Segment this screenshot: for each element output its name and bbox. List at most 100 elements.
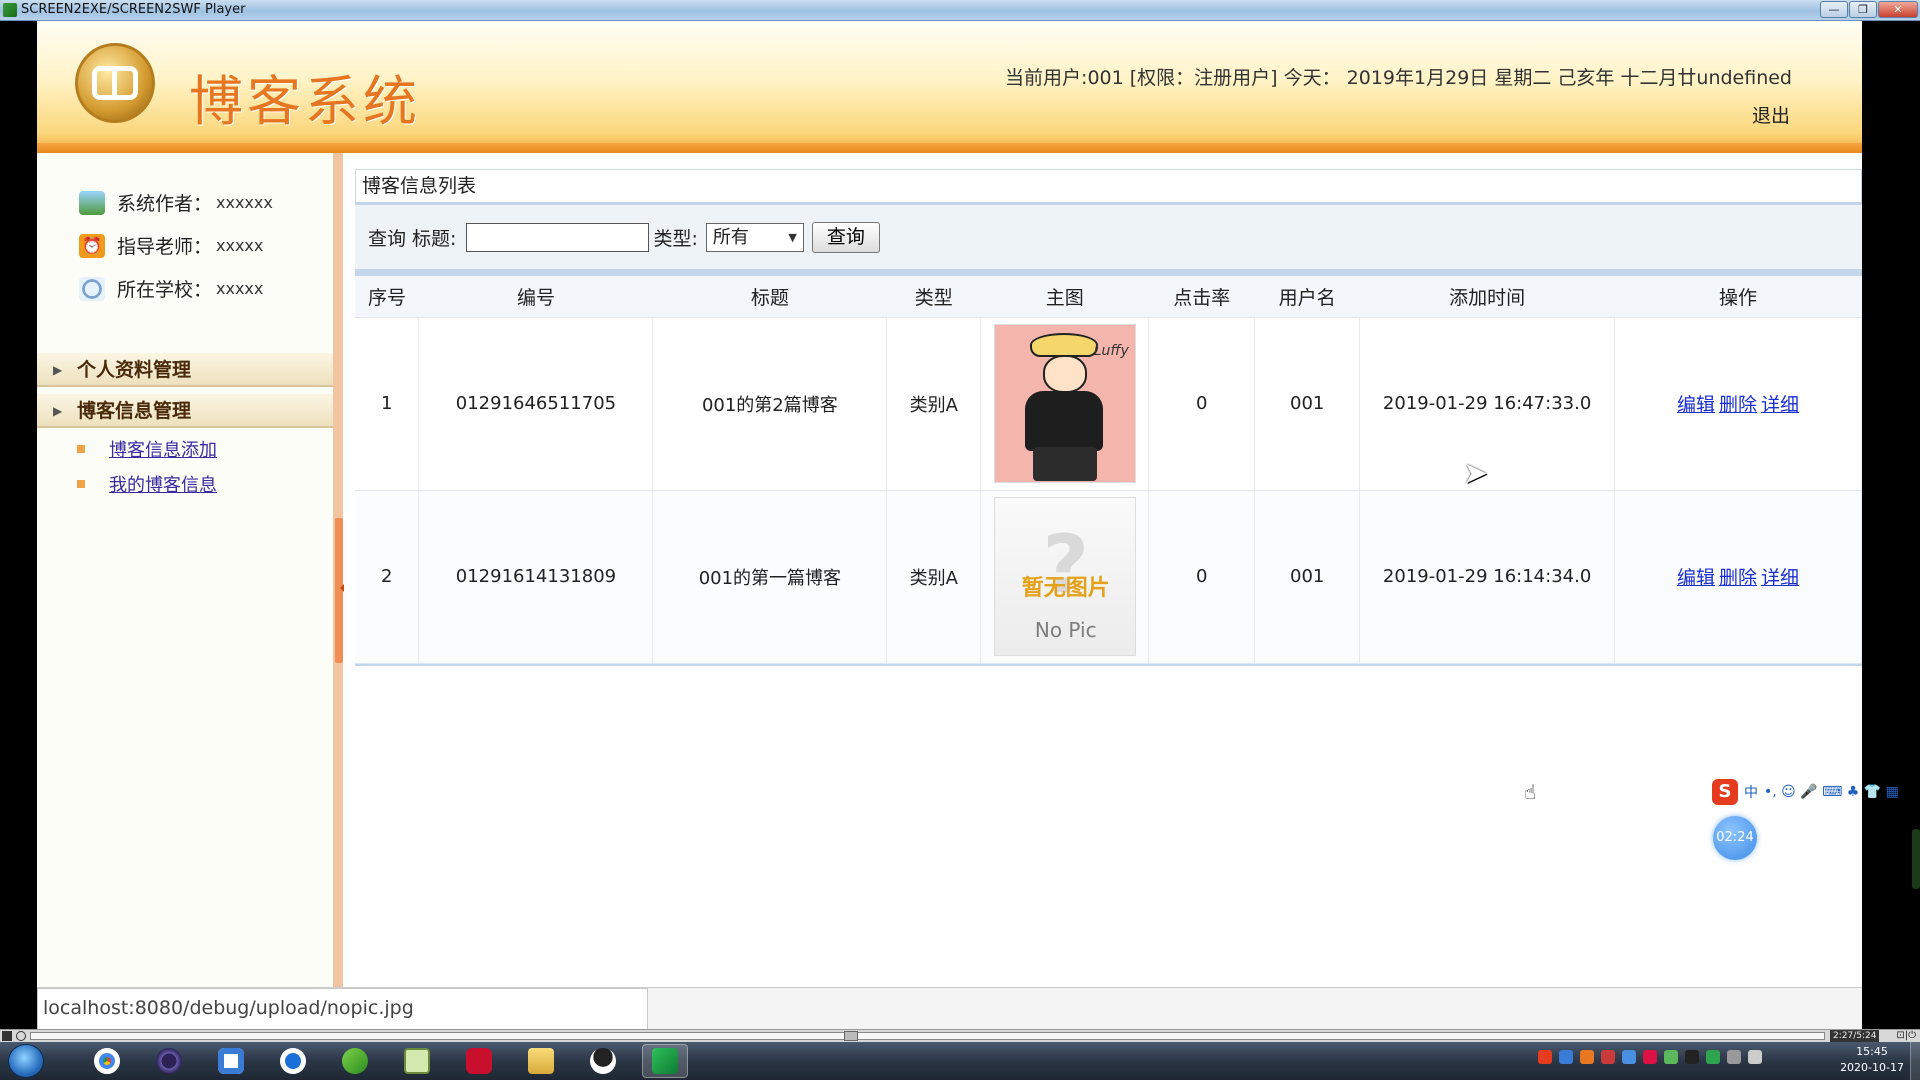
minimize-button[interactable]: — [1820, 1, 1848, 18]
tray-security-icon[interactable] [1601, 1050, 1615, 1064]
table-row: 1 01291646511705 001的第2篇博客 类别A Luffy 0 0… [355, 317, 1862, 491]
logout-link[interactable]: 退出 [1752, 101, 1790, 128]
ime-mode[interactable]: 中 [1744, 782, 1758, 802]
tray-display-icon[interactable] [1748, 1050, 1762, 1064]
col-header-actions: 操作 [1614, 276, 1862, 318]
blog-table: 序号 编号 标题 类型 主图 点击率 用户名 添加时间 操作 1 0129164 [355, 276, 1862, 664]
search-bar: 查询 标题: 类型: 所有 ▼ 查询 [355, 205, 1862, 269]
sidebar-info-teacher: ⏰ 指导老师： xxxxx [79, 232, 263, 259]
cell-image: Luffy [980, 317, 1150, 491]
recording-timer[interactable]: 02:24 [1713, 816, 1757, 860]
current-user-info: 当前用户:001 [权限：注册用户] 今天： 2019年1月29日 星期二 己亥… [1005, 67, 1792, 89]
stop-icon[interactable] [16, 1031, 26, 1041]
tray-ime-icon[interactable] [1538, 1050, 1552, 1064]
cell-title: 001的第一篇博客 [652, 490, 888, 664]
maximize-button[interactable]: ❐ [1849, 1, 1877, 18]
mouse-cursor-icon: ➤ [1463, 456, 1489, 491]
main-content: 博客信息列表 查询 标题: 类型: 所有 ▼ 查询 序号 编号 标题 类型 主图… [355, 169, 1862, 989]
taskbar-recorder-icon[interactable] [642, 1044, 688, 1078]
no-pic-en-label: No Pic [1034, 618, 1097, 642]
windows-taskbar: 15:45 2020-10-17 [0, 1042, 1920, 1080]
menu-blog-management[interactable]: ▶ 博客信息管理 [37, 394, 333, 428]
menu-profile-management[interactable]: ▶ 个人资料管理 [37, 353, 333, 387]
clock-time: 15:45 [1856, 1045, 1888, 1058]
pause-icon[interactable] [2, 1031, 12, 1041]
delete-link[interactable]: 删除 [1719, 394, 1757, 416]
sidebar-item-my-blogs: 我的博客信息 [77, 471, 217, 497]
cell-image: ? 暂无图片 No Pic [980, 490, 1150, 664]
taskbar-eclipse-icon[interactable] [146, 1044, 192, 1078]
player-titlebar: SCREEN2EXE/SCREEN2SWF Player — ❐ ✕ [0, 0, 1920, 21]
type-select[interactable]: 所有 ▼ [705, 222, 804, 252]
author-icon [79, 190, 105, 215]
my-blogs-link[interactable]: 我的博客信息 [109, 471, 217, 497]
right-edge-handle [1912, 829, 1920, 889]
taskbar-flash-icon[interactable] [456, 1044, 502, 1078]
cell-id: 01291614131809 [418, 490, 654, 664]
col-header-user: 用户名 [1254, 276, 1360, 318]
ime-toolbar[interactable]: S 中 •, ☺ 🎤 ⌨ ♣ 👕 ▦ [1712, 779, 1899, 805]
taskbar-baidu-icon[interactable] [208, 1044, 254, 1078]
cell-type: 类别A [886, 317, 982, 491]
show-desktop-button[interactable] [1910, 1042, 1920, 1080]
author-label: 系统作者： [117, 193, 213, 215]
taskbar-clock[interactable]: 15:45 2020-10-17 [1840, 1044, 1904, 1076]
blog-main-image: Luffy [993, 324, 1136, 483]
taskbar-qq-icon[interactable] [580, 1044, 626, 1078]
logo-icon [75, 43, 155, 123]
sidebar-item-add-blog: 博客信息添加 [77, 436, 217, 462]
cell-title: 001的第2篇博客 [652, 317, 888, 491]
tray-battery-icon[interactable] [1706, 1050, 1720, 1064]
edit-link[interactable]: 编辑 [1677, 394, 1715, 416]
detail-link[interactable]: 详细 [1761, 394, 1799, 416]
teacher-label: 指导老师： [117, 236, 213, 258]
taskbar-explorer-icon[interactable] [518, 1044, 564, 1078]
detail-link[interactable]: 详细 [1761, 567, 1799, 589]
chevron-right-icon: ▶ [53, 404, 63, 418]
start-button[interactable] [8, 1044, 44, 1078]
cell-user: 001 [1254, 490, 1361, 664]
sidebar-collapse-handle[interactable] [335, 518, 344, 663]
player-app-icon [3, 3, 17, 17]
tray-shield-icon[interactable] [1622, 1050, 1636, 1064]
teacher-value: xxxxx [216, 236, 264, 255]
tray-volume-icon[interactable] [1727, 1050, 1741, 1064]
tray-app-icon[interactable] [1664, 1050, 1678, 1064]
browser-statusbar: localhost:8080/debug/upload/nopic.jpg [37, 987, 1862, 1029]
col-header-title: 标题 [652, 276, 887, 318]
title-search-input[interactable] [466, 222, 650, 252]
left-sidebar: 系统作者： xxxxxx ⏰ 指导老师： xxxxx 所在学校： xxxxx ▶… [37, 153, 333, 989]
taskbar-notepad-icon[interactable] [394, 1044, 440, 1078]
tray-update-icon[interactable] [1580, 1050, 1594, 1064]
cell-actions: 编辑 删除 详细 [1614, 490, 1862, 664]
delete-link[interactable]: 删除 [1719, 567, 1757, 589]
edit-link[interactable]: 编辑 [1677, 567, 1715, 589]
tray-antivirus-icon[interactable] [1643, 1050, 1657, 1064]
chevron-right-icon: ▶ [53, 363, 63, 377]
col-header-type: 类型 [886, 276, 981, 318]
col-header-time: 添加时间 [1359, 276, 1615, 318]
taskbar-browser-icon[interactable] [270, 1044, 316, 1078]
player-timecode: 2:27/5:24 [1830, 1030, 1880, 1042]
panel-title: 博客信息列表 [355, 169, 1862, 205]
player-title: SCREEN2EXE/SCREEN2SWF Player [21, 2, 246, 17]
system-tray [1538, 1050, 1762, 1064]
taskbar-360-icon[interactable] [332, 1044, 378, 1078]
site-header: 博客系统 当前用户:001 [权限：注册用户] 今天： 2019年1月29日 星… [37, 21, 1862, 153]
taskbar-chrome-icon[interactable] [84, 1044, 130, 1078]
playback-scrubber[interactable] [30, 1031, 1825, 1041]
menu-blog-label: 博客信息管理 [77, 400, 192, 422]
tray-network-icon[interactable] [1559, 1050, 1573, 1064]
scrubber-knob[interactable] [844, 1031, 858, 1041]
add-blog-link[interactable]: 博客信息添加 [109, 436, 217, 462]
close-button[interactable]: ✕ [1878, 1, 1918, 18]
ime-logo-icon: S [1712, 779, 1738, 805]
type-selected-value: 所有 [712, 226, 749, 248]
ime-tools[interactable]: •, ☺ 🎤 ⌨ ♣ 👕 ▦ [1764, 784, 1899, 800]
table-row: 2 01291614131809 001的第一篇博客 类别A ? 暂无图片 No… [355, 490, 1862, 664]
tray-qq-icon[interactable] [1685, 1050, 1699, 1064]
player-extra-icons[interactable]: ⊡|⏻ [1896, 1030, 1916, 1041]
sidebar-splitter [333, 153, 344, 989]
col-header-id: 编号 [418, 276, 653, 318]
query-button[interactable]: 查询 [811, 221, 880, 253]
